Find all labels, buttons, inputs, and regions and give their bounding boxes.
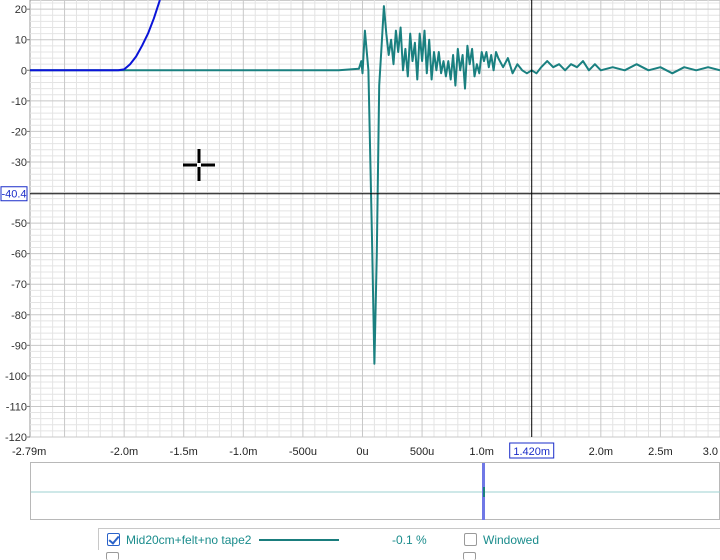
y-axis-tick-labels: 20 10 0 -10 -20 -30 -50 -60 -70 -80 -90 -100 -110 -12…	[5, 4, 30, 444]
x-tick-label: 2.0m	[589, 446, 613, 458]
overview-panel[interactable]	[30, 462, 720, 521]
y-tick-label: -110	[6, 401, 27, 413]
y-tick-label: 10	[15, 35, 27, 47]
x-tick-label: 3.0	[703, 446, 718, 458]
x-tick-label: 2.5m	[648, 446, 672, 458]
y-tick-label: 0	[21, 65, 27, 77]
x-tick-label: -1.5m	[170, 446, 198, 458]
y-tick-label: -70	[11, 279, 27, 291]
legend-entry-value: -0.1 %	[392, 533, 427, 547]
y-tick-label: -100	[5, 371, 27, 383]
y-tick-label: -50	[11, 218, 27, 230]
legend-entry-label: Mid20cm+felt+no tape2	[126, 533, 252, 547]
impulse-response-chart[interactable]: 20 10 0 -10 -20 -30 -50 -60 -70 -80 -90 -100 -110 -12…	[0, 0, 720, 462]
legend-panel: Mid20cm+felt+no tape2 -0.1 % Windowed	[0, 520, 720, 560]
windowed-label: Windowed	[483, 533, 540, 547]
x-tick-label: 1.0m	[469, 446, 493, 458]
legend-entry-line-swatch	[259, 539, 339, 541]
plot-area[interactable]	[29, 0, 720, 438]
x-tick-label: -500u	[289, 446, 317, 458]
cursor-y-readout: -40.4	[1, 189, 26, 201]
y-tick-label: -80	[11, 310, 27, 322]
x-tick-label: 0u	[356, 446, 368, 458]
y-tick-label: -120	[5, 432, 27, 444]
x-axis-tick-labels: -2.79m -2.0m -1.5m -1.0m -500u 0u 500u 1.0m 2.0m…	[12, 446, 718, 458]
windowed-checkbox[interactable]	[464, 533, 477, 546]
legend-entry-row: Mid20cm+felt+no tape2 -0.1 % Windowed	[98, 528, 720, 550]
x-tick-label: -2.0m	[110, 446, 138, 458]
x-tick-label: 500u	[410, 446, 434, 458]
y-tick-label: -60	[11, 249, 27, 261]
y-tick-label: -10	[11, 96, 27, 108]
y-tick-label: -90	[11, 340, 27, 352]
legend-entry-checkbox[interactable]	[107, 533, 120, 546]
legend-second-row	[98, 550, 720, 560]
y-tick-label: -30	[11, 157, 27, 169]
cursor-x-readout: 1.420m	[513, 446, 550, 458]
y-tick-label: 20	[15, 4, 27, 16]
legend-second-checkbox[interactable]	[106, 552, 119, 560]
y-tick-label: -20	[11, 126, 27, 138]
x-tick-label: -1.0m	[229, 446, 257, 458]
legend-second-windowed-checkbox[interactable]	[463, 552, 476, 560]
mouse-crosshair-icon	[182, 148, 216, 182]
x-tick-label: -2.79m	[12, 446, 46, 458]
